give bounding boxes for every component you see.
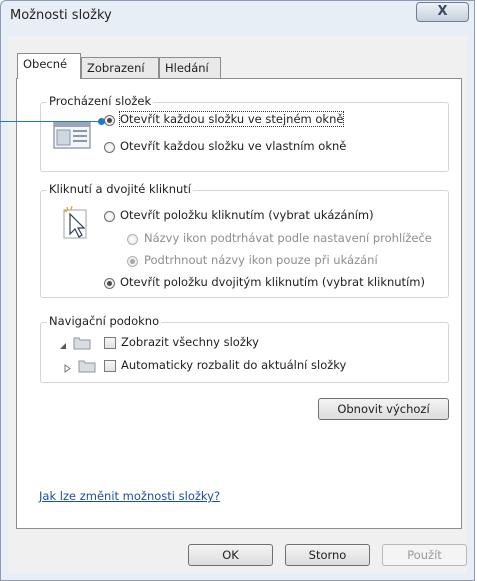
help-link[interactable]: Jak lze změnit možnosti složky? [39, 489, 220, 503]
auto-expand-label[interactable]: Automaticky rozbalit do aktuální složky [121, 358, 346, 372]
window-title: Možnosti složky [10, 8, 112, 23]
tab-label: Zobrazení [87, 61, 145, 75]
option-underline-browser-label[interactable]: Názvy ikon podtrhávat podle nastavení pr… [144, 231, 432, 245]
tab-label: Hledání [165, 61, 209, 75]
radio-same-window[interactable] [104, 115, 115, 126]
option-double-click-label[interactable]: Otevřít položku dvojitým kliknutím (vybr… [120, 275, 425, 289]
nav-pane-group [40, 322, 449, 383]
nav-pane-legend: Navigační podokno [47, 314, 162, 328]
close-icon: X [437, 4, 448, 19]
ok-button[interactable]: OK [188, 544, 273, 566]
callout-line [0, 121, 102, 122]
cancel-button[interactable]: Storno [285, 544, 370, 566]
radio-underline-point[interactable] [127, 256, 138, 267]
option-underline-point-label[interactable]: Podtrhnout názvy ikon pouze při ukázání [144, 253, 378, 267]
apply-button[interactable]: Použít [382, 544, 467, 566]
show-all-folders-label[interactable]: Zobrazit všechny složky [121, 335, 259, 349]
tab-view[interactable]: Zobrazení [81, 57, 159, 78]
tab-label: Obecné [23, 57, 68, 71]
cursor-click-icon [61, 204, 89, 240]
radio-underline-browser[interactable] [127, 234, 138, 245]
browse-folders-legend: Procházení složek [47, 94, 154, 108]
close-button[interactable]: X [416, 2, 469, 22]
tree-collapsed-icon [64, 362, 72, 373]
folder-icon [78, 359, 96, 373]
option-own-window-label[interactable]: Otevřít každou složku ve vlastním okně [120, 139, 346, 153]
checkbox-show-all-folders[interactable] [104, 337, 116, 349]
tab-general[interactable]: Obecné [17, 53, 81, 79]
folder-icon [73, 336, 91, 350]
tree-expanded-icon [59, 339, 67, 349]
tab-search[interactable]: Hledání [159, 57, 221, 78]
radio-single-click[interactable] [104, 211, 115, 222]
checkbox-auto-expand[interactable] [104, 360, 116, 372]
restore-defaults-button[interactable]: Obnovit výchozí [318, 398, 449, 420]
callout-dot [98, 118, 105, 125]
folder-window-icon [53, 121, 91, 149]
click-legend: Kliknutí a dvojité kliknutí [47, 182, 193, 196]
radio-double-click[interactable] [104, 278, 115, 289]
option-same-window-label[interactable]: Otevřít každou složku ve stejném okně [118, 111, 345, 127]
option-single-click-label[interactable]: Otevřít položku kliknutím (vybrat ukázán… [120, 208, 374, 222]
radio-own-window[interactable] [104, 142, 115, 153]
